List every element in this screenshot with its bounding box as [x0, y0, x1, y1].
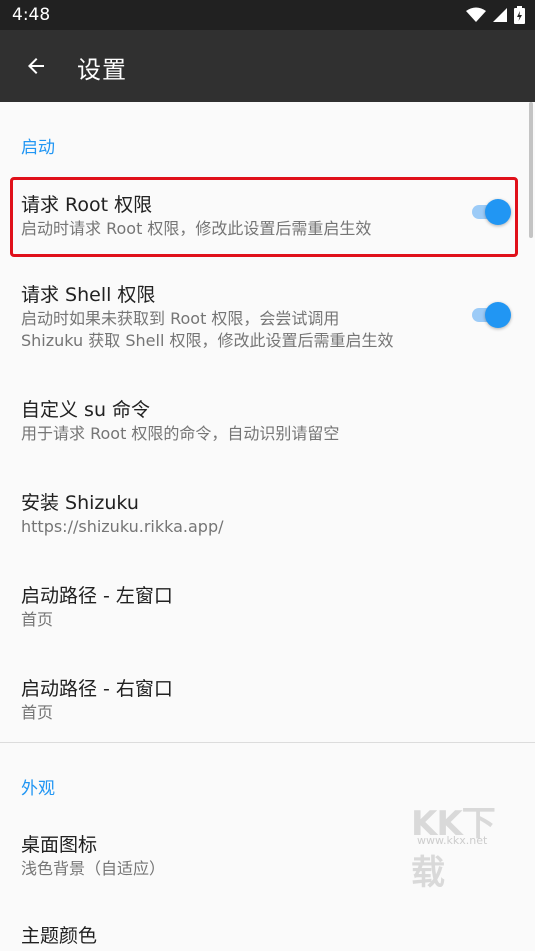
- watermark-url: www.kkx.net: [417, 834, 488, 847]
- scrollbar[interactable]: [529, 102, 533, 238]
- pref-title: 启动路径 - 右窗口: [21, 678, 173, 700]
- signal-icon: [493, 8, 507, 22]
- pref-title: 启动路径 - 左窗口: [21, 585, 173, 607]
- pref-summary: 首页: [21, 610, 54, 629]
- watermark: KK下载 www.kkx.net: [411, 796, 521, 893]
- switch-thumb: [485, 302, 511, 328]
- pref-title: 请求 Root 权限: [21, 194, 153, 216]
- switch-request-shell[interactable]: [468, 302, 511, 328]
- category-header-appearance: 外观: [21, 779, 55, 799]
- pref-custom-su[interactable]: 自定义 su 命令 用于请求 Root 权限的命令，自动识别请留空: [0, 382, 535, 452]
- pref-request-shell[interactable]: 请求 Shell 权限 启动时如果未获取到 Root 权限，会尝试调用 Shiz…: [0, 268, 535, 358]
- section-divider: [0, 742, 535, 743]
- status-bar: 4:48: [0, 0, 535, 30]
- pref-summary: 启动时请求 Root 权限，修改此设置后需重启生效: [21, 219, 372, 238]
- pref-title: 自定义 su 命令: [21, 399, 151, 421]
- category-header-startup: 启动: [21, 138, 55, 158]
- pref-theme-color[interactable]: 主题颜色: [0, 910, 535, 951]
- pref-summary: https://shizuku.rikka.app/: [21, 517, 224, 536]
- pref-summary-line-2: Shizuku 获取 Shell 权限，修改此设置后需重启生效: [21, 331, 394, 350]
- status-icons: [466, 5, 525, 25]
- pref-summary: 用于请求 Root 权限的命令，自动识别请留空: [21, 424, 340, 443]
- pref-launch-path-left[interactable]: 启动路径 - 左窗口 首页: [0, 568, 535, 638]
- pref-launch-path-right[interactable]: 启动路径 - 右窗口 首页: [0, 661, 535, 731]
- switch-request-root[interactable]: [468, 199, 511, 225]
- pref-summary-line-1: 启动时如果未获取到 Root 权限，会尝试调用: [21, 309, 340, 328]
- pref-summary: 首页: [21, 703, 54, 722]
- pref-summary: 浅色背景（自适应）: [21, 859, 166, 878]
- pref-title: 请求 Shell 权限: [21, 284, 156, 306]
- arrow-left-icon: [28, 58, 44, 74]
- switch-thumb: [485, 199, 511, 225]
- status-time: 4:48: [12, 5, 51, 25]
- wifi-icon: [466, 7, 486, 22]
- pref-title: 桌面图标: [21, 834, 98, 856]
- pref-title: 安装 Shizuku: [21, 492, 139, 514]
- back-button[interactable]: [14, 44, 58, 88]
- page-title: 设置: [77, 56, 127, 84]
- pref-request-root[interactable]: 请求 Root 权限 启动时请求 Root 权限，修改此设置后需重启生效: [0, 177, 535, 257]
- app-bar: 设置: [0, 30, 535, 102]
- battery-icon: [514, 6, 525, 24]
- pref-install-shizuku[interactable]: 安装 Shizuku https://shizuku.rikka.app/: [0, 475, 535, 545]
- pref-title: 主题颜色: [21, 925, 98, 947]
